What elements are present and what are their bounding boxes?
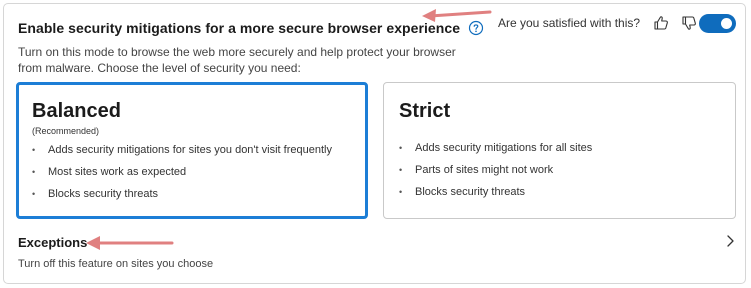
- security-toggle[interactable]: [699, 14, 736, 33]
- thumbs-up-icon[interactable]: [652, 14, 670, 32]
- toggle-knob: [721, 18, 732, 29]
- bullet-icon: •: [32, 145, 36, 155]
- bullet-icon: •: [399, 165, 403, 175]
- section-description: Turn on this mode to browse the web more…: [18, 45, 456, 75]
- strict-option-card[interactable]: Strict • Adds security mitigations for al…: [383, 82, 736, 219]
- list-item: • Most sites work as expected: [32, 166, 187, 178]
- balanced-bullet-list: • Adds security mitigations for sites you…: [32, 142, 332, 208]
- list-item: • Blocks security threats: [399, 186, 526, 198]
- thumbs-down-icon[interactable]: [680, 14, 698, 32]
- bullet-icon: •: [32, 167, 36, 177]
- header-row: Enable security mitigations for a more s…: [18, 18, 484, 38]
- list-item: • Blocks security threats: [32, 188, 159, 200]
- section-title: Enable security mitigations for a more s…: [18, 20, 461, 36]
- balanced-recommended-label: (Recommended): [32, 126, 100, 136]
- strict-title: Strict: [399, 100, 451, 122]
- balanced-title: Balanced: [32, 100, 121, 122]
- balanced-option-card[interactable]: Balanced (Recommended) • Adds security mi…: [16, 82, 368, 219]
- annotation-arrow-title: [422, 9, 492, 22]
- bullet-icon: •: [32, 189, 36, 199]
- annotation-arrow-exceptions: [86, 236, 174, 250]
- exceptions-description: Turn off this feature on sites you choos…: [18, 258, 214, 270]
- feedback-question: Are you satisfied with this?: [498, 16, 641, 30]
- exceptions-link[interactable]: Exceptions: [18, 235, 87, 250]
- feedback-area: Are you satisfied with this?: [498, 12, 708, 34]
- strict-bullet-list: • Adds security mitigations for all sites…: [399, 140, 592, 206]
- bullet-icon: •: [399, 187, 403, 197]
- bullet-icon: •: [399, 143, 403, 153]
- list-item: • Adds security mitigations for all sites: [399, 142, 593, 154]
- list-item: • Adds security mitigations for sites you…: [32, 144, 332, 156]
- list-item: • Parts of sites might not work: [399, 164, 554, 176]
- chevron-right-icon[interactable]: [724, 234, 736, 248]
